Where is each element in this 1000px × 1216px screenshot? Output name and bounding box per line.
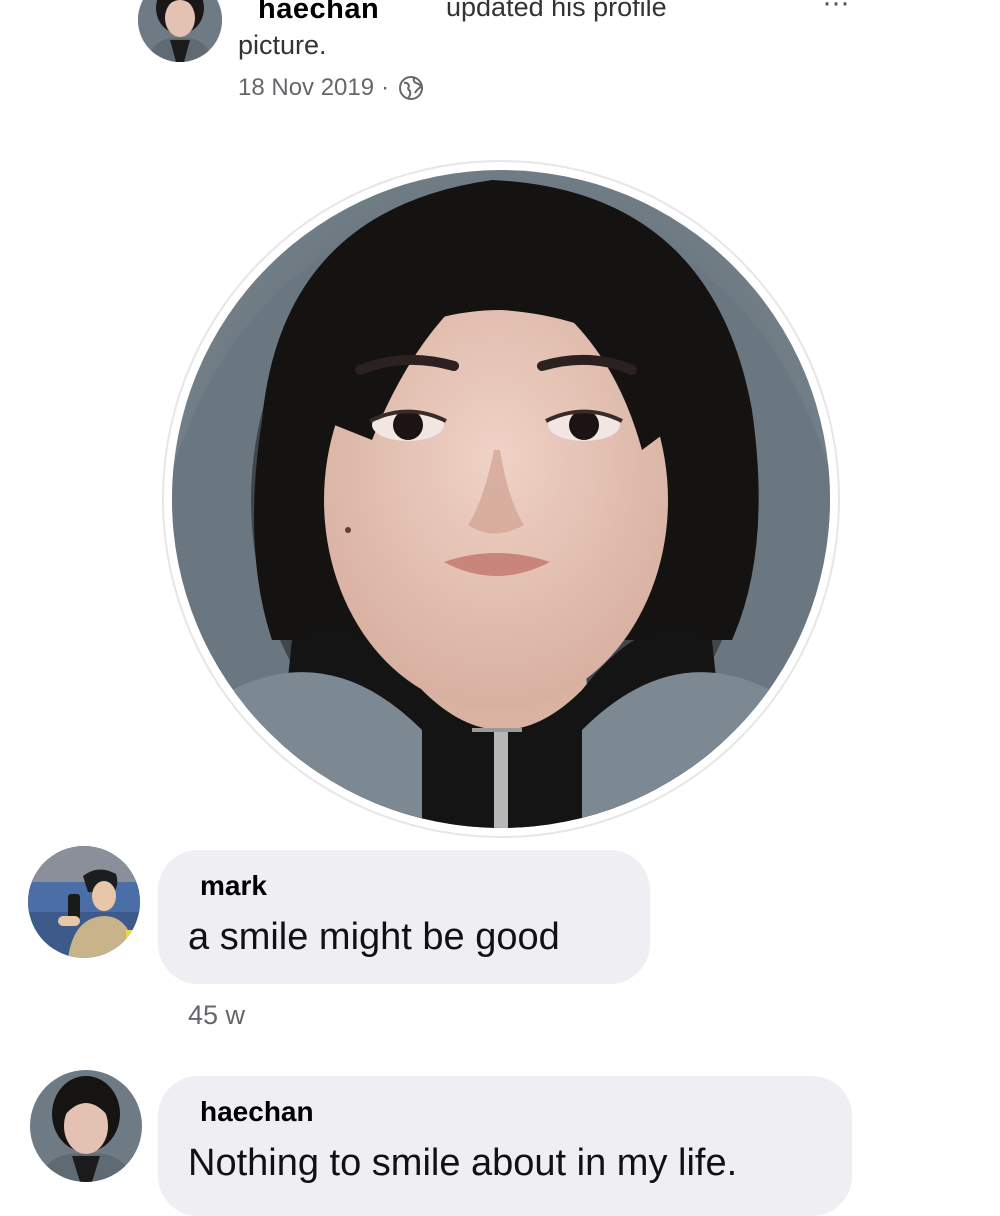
comment-text: a smile might be good bbox=[188, 916, 560, 958]
post-date[interactable]: 18 Nov 2019 bbox=[238, 74, 374, 102]
post-header: haechan updated his profile picture. 18 … bbox=[0, 0, 1000, 110]
comment-author[interactable]: haechan bbox=[200, 1096, 314, 1128]
profile-picture bbox=[172, 170, 830, 828]
post-meta: 18 Nov 2019 · bbox=[238, 74, 424, 102]
avatar-photo bbox=[30, 1070, 142, 1182]
post-action-text-continued: picture. bbox=[238, 30, 327, 60]
avatar-photo bbox=[28, 846, 140, 958]
author-avatar-image bbox=[138, 0, 222, 62]
comment-bubble: haechan Nothing to smile about in my lif… bbox=[158, 1076, 852, 1216]
comment-bubble: mark a smile might be good bbox=[158, 850, 650, 984]
comment-timestamp[interactable]: 45 w bbox=[188, 1000, 245, 1031]
profile-picture-frame[interactable] bbox=[162, 160, 840, 838]
comment-text: Nothing to smile about in my life. bbox=[188, 1142, 738, 1184]
globe-icon[interactable] bbox=[398, 75, 424, 101]
post-author-name[interactable]: haechan bbox=[258, 0, 379, 26]
comment-avatar[interactable] bbox=[28, 846, 140, 958]
comment-avatar[interactable] bbox=[30, 1070, 142, 1182]
portrait-photo bbox=[172, 170, 830, 828]
more-options-icon[interactable]: ··· bbox=[822, 0, 850, 20]
comment-author[interactable]: mark bbox=[200, 870, 267, 902]
author-avatar[interactable] bbox=[138, 0, 222, 62]
post-action-text: updated his profile bbox=[446, 0, 667, 22]
meta-separator: · bbox=[381, 74, 390, 101]
